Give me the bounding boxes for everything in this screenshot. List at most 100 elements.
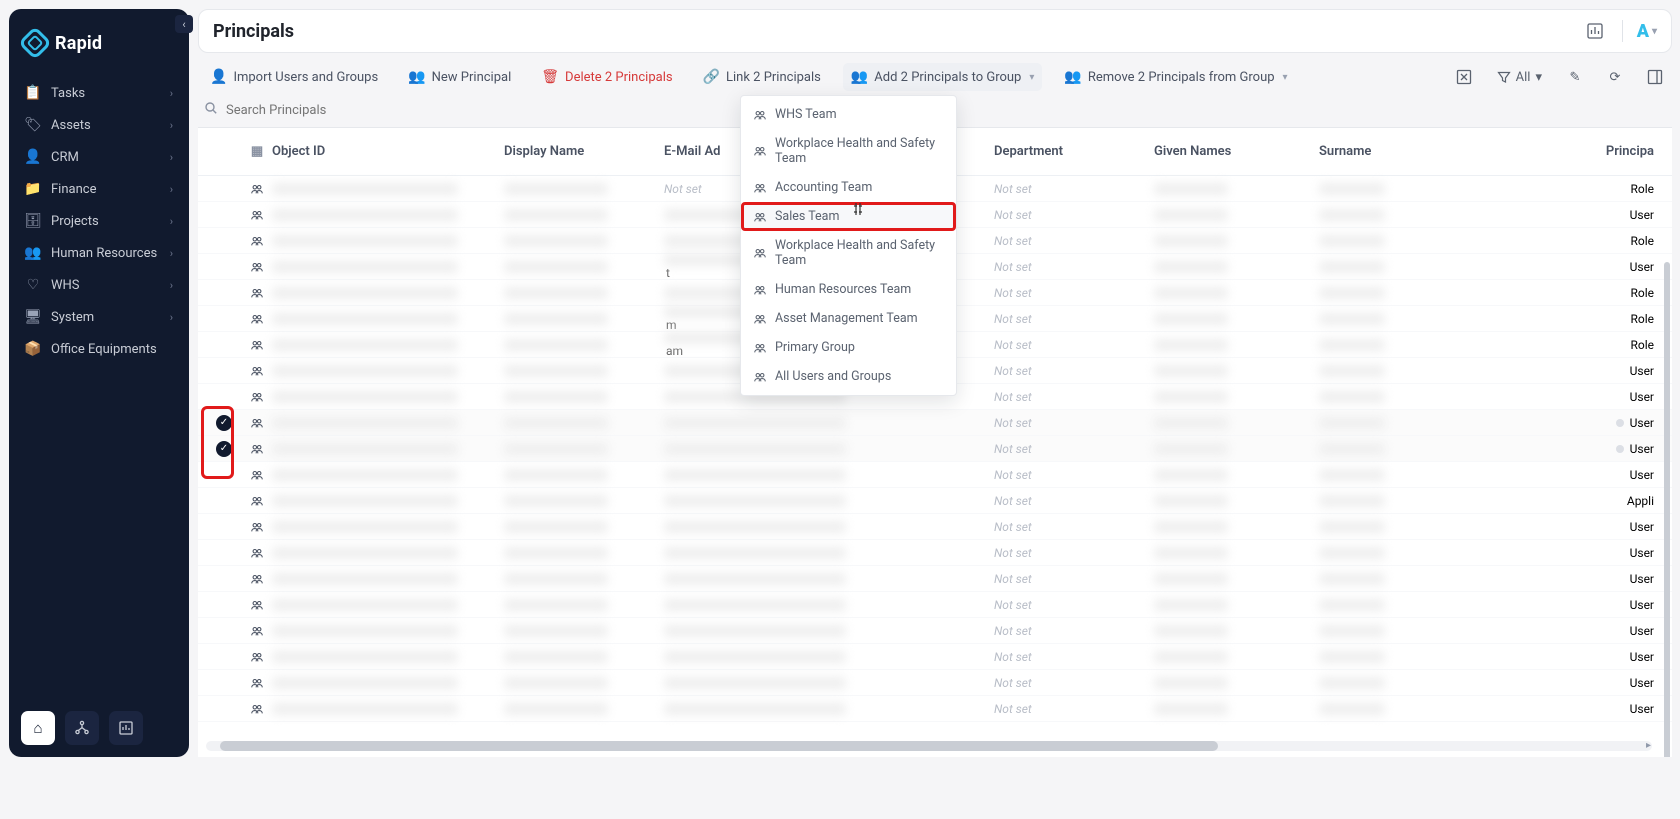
group-option-whs-team[interactable]: WHS Team xyxy=(741,100,956,129)
sidebar-item-projects[interactable]: 🗄Projects› xyxy=(15,205,183,237)
principal-type-value: Role xyxy=(1484,234,1672,248)
sidebar-item-crm[interactable]: 👤CRM› xyxy=(15,141,183,173)
group-option-human-resources-team[interactable]: Human Resources Team xyxy=(741,275,956,304)
import-button[interactable]: 👤Import Users and Groups xyxy=(202,63,386,91)
redacted xyxy=(272,547,458,559)
sidebar-item-finance[interactable]: 📁Finance› xyxy=(15,173,183,205)
sidebar-item-human-resources[interactable]: 👥Human Resources› xyxy=(15,237,183,269)
group-option-all-users-and-groups[interactable]: All Users and Groups xyxy=(741,362,956,391)
toolbar: 👤Import Users and Groups 👥New Principal … xyxy=(198,53,1672,95)
delete-principals-button[interactable]: 🗑Delete 2 Principals xyxy=(533,63,680,91)
redacted xyxy=(504,261,608,273)
row-type-icon xyxy=(242,338,272,352)
col-department[interactable]: Department xyxy=(994,144,1154,159)
redacted xyxy=(504,625,608,637)
redacted xyxy=(1154,547,1228,559)
redacted xyxy=(1319,677,1385,689)
tenant-switcher[interactable]: A▾ xyxy=(1637,21,1657,42)
table-row[interactable]: Not setUser xyxy=(198,462,1672,488)
horizontal-scrollbar[interactable]: ◂ ▸ xyxy=(206,741,1652,753)
vertical-scrollbar[interactable] xyxy=(1664,262,1670,757)
row-type-icon xyxy=(242,520,272,534)
group-option-primary-group[interactable]: Primary Group xyxy=(741,333,956,362)
group-icon xyxy=(753,283,767,297)
group-icon xyxy=(753,108,767,122)
table-row[interactable]: ✓Not setUser xyxy=(198,436,1672,462)
principal-type-value: User xyxy=(1484,572,1672,586)
sidebar-item-tasks[interactable]: 📋Tasks› xyxy=(15,77,183,109)
nav-label: Finance xyxy=(51,182,96,197)
group-option-accounting-team[interactable]: Accounting Team xyxy=(741,173,956,202)
redacted xyxy=(1154,183,1228,195)
col-surname[interactable]: Surname xyxy=(1319,144,1484,159)
link-principals-button[interactable]: 🔗Link 2 Principals xyxy=(695,63,829,91)
sitemap-tool-button[interactable] xyxy=(65,711,99,745)
redacted xyxy=(664,469,846,481)
row-indicator-dot xyxy=(1616,419,1624,427)
redacted xyxy=(1319,495,1385,507)
not-set-label: Not set xyxy=(664,182,702,196)
table-row[interactable]: Not setUser xyxy=(198,514,1672,540)
export-excel-button[interactable] xyxy=(1451,64,1477,90)
row-indicator-dot xyxy=(1616,445,1624,453)
principal-type-value: User xyxy=(1484,260,1672,274)
redacted xyxy=(1154,677,1228,689)
redacted xyxy=(1319,365,1385,377)
new-principal-button[interactable]: 👥New Principal xyxy=(400,63,519,91)
principal-type-value: User xyxy=(1484,624,1672,638)
redacted xyxy=(1154,261,1228,273)
remove-from-group-button[interactable]: 👥Remove 2 Principals from Group▾ xyxy=(1056,63,1295,91)
chevron-right-icon: › xyxy=(170,183,173,196)
table-row[interactable]: Not setAppli xyxy=(198,488,1672,514)
table-row[interactable]: Not setUser xyxy=(198,566,1672,592)
principal-type-value: User xyxy=(1484,416,1672,430)
filter-all-button[interactable]: All▾ xyxy=(1491,66,1548,89)
group-option-label: Asset Management Team xyxy=(775,311,918,326)
row-type-icon xyxy=(242,364,272,378)
home-tool-button[interactable]: ⌂ xyxy=(21,711,55,745)
table-row[interactable]: Not setUser xyxy=(198,670,1672,696)
redacted xyxy=(664,495,846,507)
redacted xyxy=(1319,521,1385,533)
redacted xyxy=(1154,469,1228,481)
sidebar-item-system[interactable]: 🖥System› xyxy=(15,301,183,333)
edit-button[interactable]: ✎ xyxy=(1562,64,1588,90)
group-option-label: Human Resources Team xyxy=(775,282,911,297)
group-option-workplace-health-and-safety-team[interactable]: Workplace Health and Safety Team xyxy=(741,129,956,173)
redacted xyxy=(1319,261,1385,273)
title-bar: Principals A▾ xyxy=(198,9,1672,53)
table-row[interactable]: Not setUser xyxy=(198,618,1672,644)
table-row[interactable]: ✓Not setUser xyxy=(198,410,1672,436)
col-given-names[interactable]: Given Names xyxy=(1154,144,1319,159)
sidebar-item-assets[interactable]: 🏷Assets› xyxy=(15,109,183,141)
col-display-name[interactable]: Display Name xyxy=(504,144,664,159)
sidebar-collapse-button[interactable]: ‹ xyxy=(175,15,193,33)
group-option-workplace-health-and-safety-team[interactable]: Workplace Health and Safety Team xyxy=(741,231,956,275)
not-set-label: Not set xyxy=(994,416,1032,430)
table-row[interactable]: Not setUser xyxy=(198,644,1672,670)
col-object-id[interactable]: Object ID xyxy=(272,144,504,159)
header-chart-icon[interactable] xyxy=(1582,18,1608,44)
sidebar-item-office-equipments[interactable]: 📦Office Equipments xyxy=(15,333,183,365)
add-to-group-button[interactable]: 👥Add 2 Principals to Group▾ xyxy=(843,63,1043,91)
redacted xyxy=(272,495,458,507)
table-row[interactable]: Not setUser xyxy=(198,592,1672,618)
table-row[interactable]: Not setUser xyxy=(198,540,1672,566)
redacted xyxy=(272,469,458,481)
table-row[interactable]: Not setUser xyxy=(198,696,1672,722)
principal-type-value: User xyxy=(1484,208,1672,222)
principal-type-value: User xyxy=(1484,390,1672,404)
redacted xyxy=(272,417,458,429)
nav-icon: 🖥 xyxy=(25,309,41,325)
refresh-button[interactable]: ⟳ xyxy=(1602,64,1628,90)
chart-tool-button[interactable] xyxy=(109,711,143,745)
not-set-label: Not set xyxy=(994,520,1032,534)
group-option-sales-team[interactable]: Sales Team xyxy=(741,202,956,231)
layout-button[interactable] xyxy=(1642,64,1668,90)
principal-type-value: User xyxy=(1484,676,1672,690)
sidebar-item-whs[interactable]: ♡WHS› xyxy=(15,269,183,301)
principal-type-value: User xyxy=(1484,364,1672,378)
group-option-asset-management-team[interactable]: Asset Management Team xyxy=(741,304,956,333)
redacted xyxy=(504,183,608,195)
col-principal-type[interactable]: Principa xyxy=(1484,144,1672,159)
